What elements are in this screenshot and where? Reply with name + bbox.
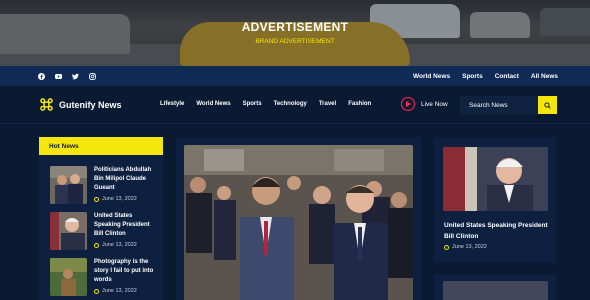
facebook-icon[interactable] <box>38 72 45 80</box>
hot-news-title[interactable]: Politicians Abdullah Bin Milipol Claude … <box>94 166 158 193</box>
ad-title: ADVERTISEMENT <box>241 20 349 34</box>
top-links: World News Sports Contact All News <box>413 73 558 80</box>
instagram-icon[interactable] <box>89 72 96 80</box>
hot-news-item[interactable]: Politicians Abdullah Bin Milipol Claude … <box>50 166 160 206</box>
live-now-button[interactable]: Live Now <box>401 97 448 111</box>
hot-news-date: June 13, 2022 <box>94 288 137 294</box>
search-button[interactable] <box>538 96 557 114</box>
hot-news-item[interactable]: United States Speaking President Bill Cl… <box>50 212 160 252</box>
hot-news-date: June 13, 2022 <box>94 242 137 248</box>
search-input[interactable] <box>460 96 538 114</box>
hot-news-date: June 13, 2022 <box>94 196 137 202</box>
hot-news-panel: Hot News Politicians Abdullah Bin Milipo… <box>39 137 163 300</box>
hot-news-thumbnail[interactable] <box>50 258 87 296</box>
clock-icon <box>94 196 99 202</box>
side-story-title[interactable]: United States Speaking President Bill Cl… <box>444 220 552 242</box>
hot-news-thumbnail[interactable] <box>50 166 87 204</box>
hot-news-heading: Hot News <box>39 137 163 155</box>
side-story-image[interactable] <box>443 281 548 300</box>
main-menu: Lifestyle World News Sports Technology T… <box>160 101 371 107</box>
clock-icon <box>94 288 99 294</box>
hot-news-title[interactable]: Photography is the story I fail to put i… <box>94 258 158 285</box>
live-now-label: Live Now <box>421 100 448 108</box>
search-icon <box>544 101 551 109</box>
top-link-contact[interactable]: Contact <box>495 73 519 80</box>
side-story-date: June 13, 2022 <box>444 244 487 250</box>
menu-item-world-news[interactable]: World News <box>196 101 230 107</box>
menu-item-lifestyle[interactable]: Lifestyle <box>160 101 184 107</box>
date-text: June 13, 2022 <box>452 244 487 250</box>
play-icon <box>401 97 415 111</box>
top-link-world-news[interactable]: World News <box>413 73 450 80</box>
search-bar <box>460 96 557 114</box>
twitter-icon[interactable] <box>72 73 79 80</box>
top-bar: World News Sports Contact All News <box>0 66 590 86</box>
menu-item-travel[interactable]: Travel <box>319 101 336 107</box>
hot-news-item[interactable]: Photography is the story I fail to put i… <box>50 258 160 298</box>
side-story-image[interactable] <box>443 147 548 211</box>
hot-news-thumbnail[interactable] <box>50 212 87 250</box>
clock-icon <box>94 242 99 248</box>
side-story-card[interactable] <box>434 274 556 300</box>
logo-icon <box>40 98 53 111</box>
site-logo[interactable]: Gutenify News <box>40 98 122 111</box>
ad-subtitle: BRAND ADVERTISEMENT <box>255 38 335 45</box>
featured-story[interactable] <box>176 137 421 300</box>
advertisement-banner[interactable]: ADVERTISEMENT BRAND ADVERTISEMENT <box>0 0 590 66</box>
side-story-card[interactable]: United States Speaking President Bill Cl… <box>434 137 556 263</box>
hot-news-title[interactable]: United States Speaking President Bill Cl… <box>94 212 158 239</box>
menu-item-sports[interactable]: Sports <box>243 101 262 107</box>
featured-story-image[interactable] <box>184 145 413 300</box>
clock-icon <box>444 244 449 250</box>
date-text: June 13, 2022 <box>102 196 137 202</box>
top-link-sports[interactable]: Sports <box>462 73 483 80</box>
top-link-all-news[interactable]: All News <box>531 73 558 80</box>
date-text: June 13, 2022 <box>102 242 137 248</box>
menu-item-fashion[interactable]: Fashion <box>348 101 371 107</box>
logo-text: Gutenify News <box>59 99 122 110</box>
page: ADVERTISEMENT BRAND ADVERTISEMENT World … <box>0 0 590 300</box>
main-navigation: Gutenify News Lifestyle World News Sport… <box>0 86 590 124</box>
menu-item-technology[interactable]: Technology <box>274 101 307 107</box>
social-links <box>38 72 96 80</box>
date-text: June 13, 2022 <box>102 288 137 294</box>
youtube-icon[interactable] <box>55 73 62 80</box>
